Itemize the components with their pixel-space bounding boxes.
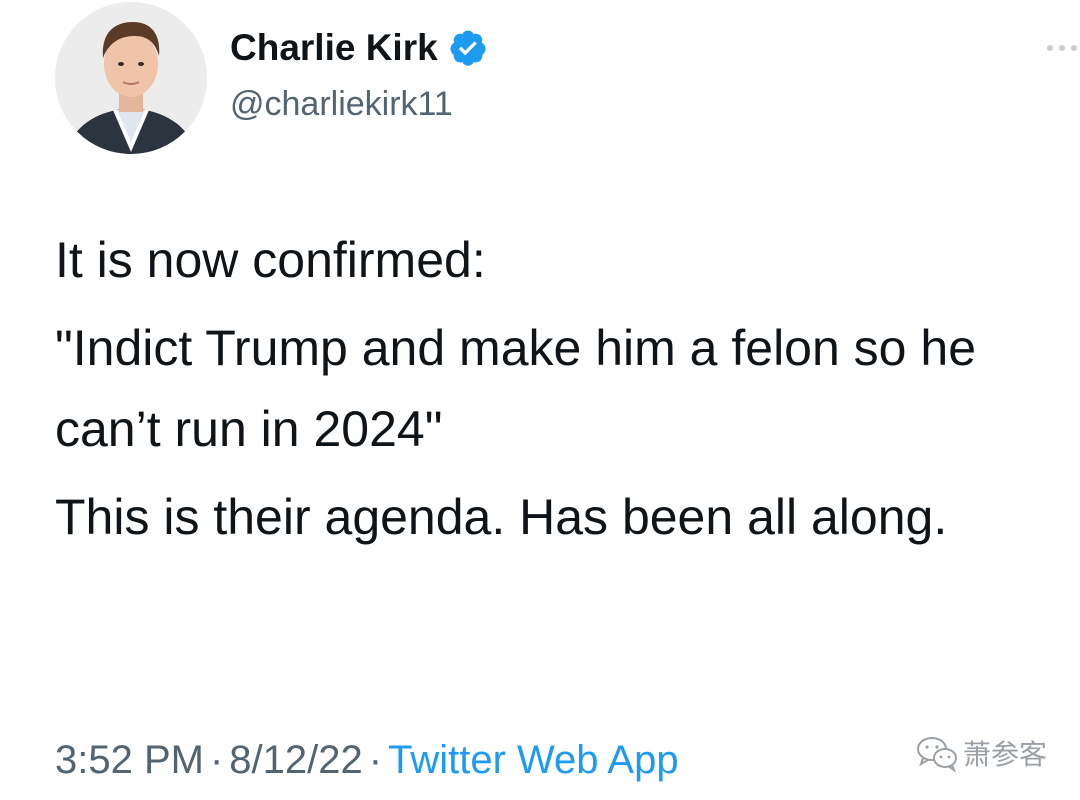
- separator: ·: [368, 738, 383, 782]
- separator: ·: [209, 738, 224, 782]
- tweet-source-link[interactable]: Twitter Web App: [388, 738, 679, 782]
- author-handle[interactable]: @charliekirk11: [230, 80, 453, 128]
- tweet-text: It is now confirmed: "Indict Trump and m…: [55, 220, 1055, 565]
- author-name-text: Charlie Kirk: [230, 27, 438, 68]
- tweet-paragraph: This is their agenda. Has been all along…: [55, 489, 948, 545]
- verified-badge-icon: [448, 28, 488, 68]
- watermark: 萧参客: [915, 728, 1047, 778]
- tweet-paragraph: "Indict Trump and make him a felon so he…: [55, 320, 976, 457]
- tweet-paragraph: It is now confirmed:: [55, 232, 486, 288]
- tweet-date[interactable]: 8/12/22: [229, 738, 362, 782]
- avatar-photo: [55, 2, 207, 154]
- watermark-text: 萧参客: [963, 739, 1048, 770]
- tweet-time[interactable]: 3:52 PM: [55, 738, 204, 782]
- tweet-metadata: 3:52 PM · 8/12/22 · Twitter Web App: [55, 730, 679, 790]
- wechat-icon: [917, 737, 957, 772]
- author-name[interactable]: Charlie Kirk: [230, 22, 488, 74]
- avatar[interactable]: [55, 2, 207, 154]
- tweet-card: Charlie Kirk @charliekirk11 It is now co…: [0, 0, 1080, 800]
- more-options-icon[interactable]: [1044, 40, 1080, 56]
